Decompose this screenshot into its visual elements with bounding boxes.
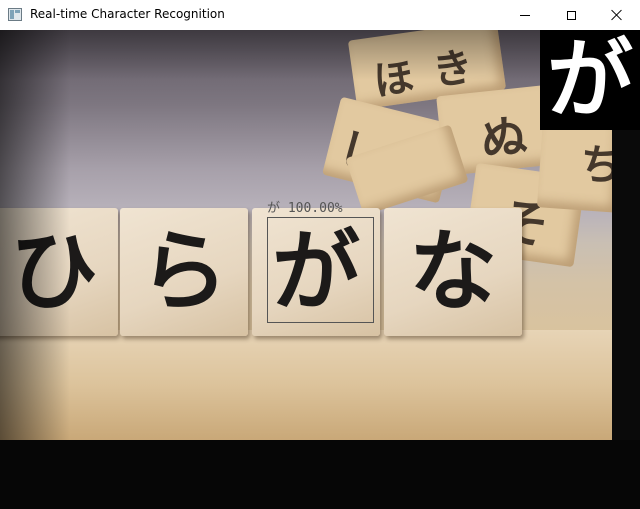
window-title: Real-time Character Recognition	[30, 7, 225, 21]
binarized-preview: が	[540, 30, 640, 130]
minimize-icon	[520, 14, 530, 16]
hiragana-block: な	[384, 208, 522, 336]
frame-border	[612, 130, 640, 440]
hiragana-block: ら	[120, 208, 248, 336]
pile-block: ち	[536, 117, 612, 213]
preview-character: が	[547, 30, 633, 130]
block-character: な	[408, 220, 497, 323]
close-icon	[611, 9, 623, 21]
app-window-icon	[8, 8, 22, 21]
vignette	[0, 30, 612, 80]
title-bar: Real-time Character Recognition	[0, 0, 640, 30]
close-button[interactable]	[594, 0, 640, 30]
camera-view: ほ き し ぬ そ ち ひ ら が な	[0, 30, 640, 509]
vignette	[0, 30, 70, 440]
maximize-button[interactable]	[548, 0, 594, 30]
detection-box	[267, 217, 374, 323]
frame-border	[0, 440, 640, 509]
maximize-icon	[566, 10, 576, 20]
block-character: ら	[139, 220, 228, 323]
table-surface	[0, 330, 612, 440]
detection-label: が 100.00%	[267, 201, 343, 216]
minimize-button[interactable]	[502, 0, 548, 30]
camera-frame: ほ き し ぬ そ ち ひ ら が な	[0, 30, 612, 440]
